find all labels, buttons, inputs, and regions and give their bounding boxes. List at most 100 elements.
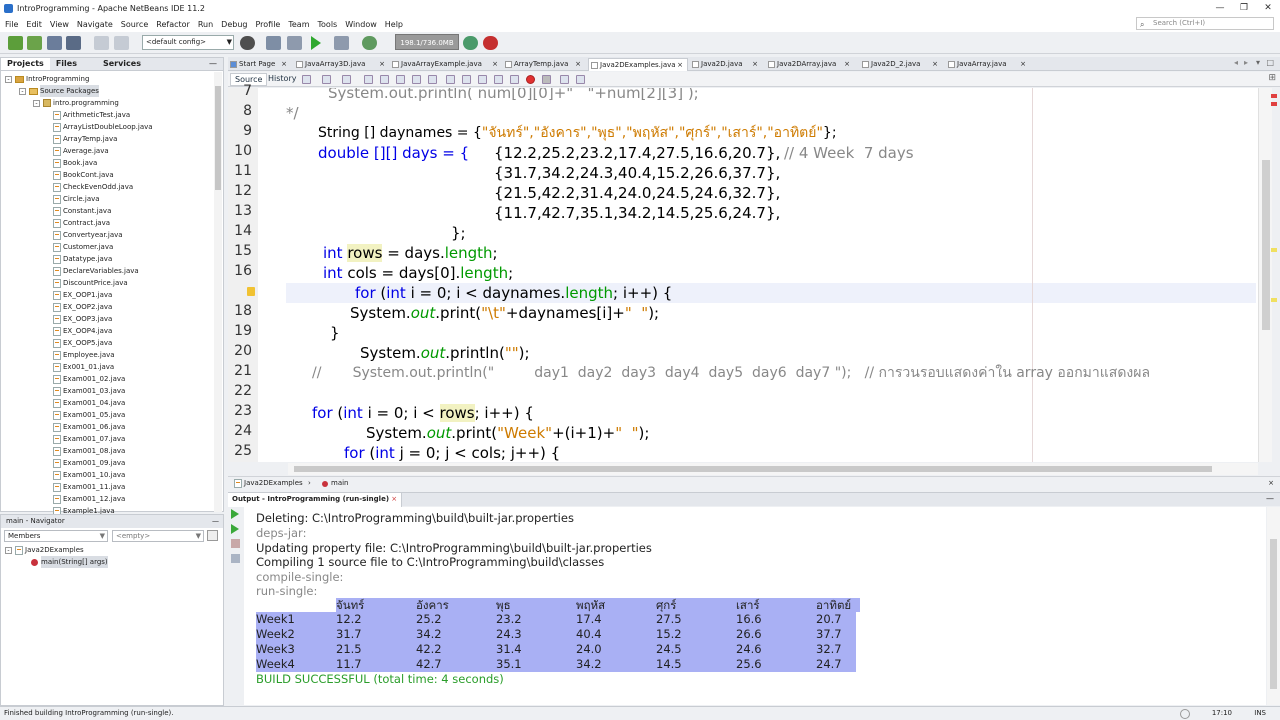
- memory-indicator[interactable]: 198.1/736.0MB: [395, 34, 459, 50]
- next-bookmark-icon[interactable]: [462, 75, 471, 84]
- file-item[interactable]: ArrayTemp.java: [53, 133, 117, 145]
- back-icon[interactable]: [322, 75, 331, 84]
- scrollbar-thumb[interactable]: [215, 86, 221, 190]
- file-item[interactable]: Employee.java: [53, 349, 115, 361]
- uncomment-icon[interactable]: [576, 75, 585, 84]
- target-icon[interactable]: [240, 36, 255, 50]
- close-tab-icon[interactable]: ×: [1020, 58, 1026, 70]
- menu-tools[interactable]: Tools: [318, 20, 338, 29]
- tab-java2dexamples[interactable]: Java2DExamples.java ×: [588, 58, 688, 71]
- file-item[interactable]: CheckEvenOdd.java: [53, 181, 133, 193]
- new-file-icon[interactable]: [27, 36, 42, 50]
- close-tab-icon[interactable]: ×: [844, 58, 850, 70]
- projects-scrollbar[interactable]: [214, 72, 222, 512]
- menu-refactor[interactable]: Refactor: [156, 20, 190, 29]
- start-macro-icon[interactable]: [526, 75, 535, 84]
- file-item[interactable]: Exam001_10.java: [53, 469, 125, 481]
- profile-icon[interactable]: [362, 36, 377, 50]
- code-editor[interactable]: System.out.println( num[0][0]+" "+num[2]…: [258, 88, 1258, 462]
- file-item[interactable]: Exam001_12.java: [53, 493, 125, 505]
- minimize-navigator-icon[interactable]: —: [212, 515, 219, 528]
- notifications-icon[interactable]: [1180, 709, 1190, 719]
- tab-javaarrayexample[interactable]: JavaArrayExample.java ×: [390, 58, 502, 71]
- run-icon[interactable]: [311, 36, 321, 50]
- close-icon[interactable]: ✕: [1256, 0, 1280, 16]
- editor-horizontal-scrollbar[interactable]: [288, 463, 1258, 475]
- navigator-class[interactable]: - Java2DExamples: [5, 544, 84, 556]
- project-root[interactable]: - IntroProgramming: [5, 73, 89, 85]
- file-item[interactable]: EX_OOP1.java: [53, 289, 112, 301]
- close-tab-icon[interactable]: ×: [492, 58, 498, 70]
- output-console[interactable]: Deleting: C:\IntroProgramming\build\buil…: [244, 507, 1266, 705]
- menu-file[interactable]: File: [5, 20, 18, 29]
- tab-projects[interactable]: Projects: [1, 58, 50, 70]
- menu-profile[interactable]: Profile: [255, 20, 280, 29]
- filter-icon[interactable]: [207, 530, 218, 541]
- menu-help[interactable]: Help: [385, 20, 403, 29]
- rerun-icon[interactable]: [231, 509, 239, 519]
- file-item[interactable]: EX_OOP3.java: [53, 313, 112, 325]
- toggle-bookmark-icon[interactable]: [478, 75, 487, 84]
- file-item[interactable]: Contract.java: [53, 217, 110, 229]
- maximize-editor-icon[interactable]: □: [1266, 58, 1274, 67]
- file-item[interactable]: EX_OOP2.java: [53, 301, 112, 313]
- file-item[interactable]: BookCont.java: [53, 169, 114, 181]
- tab-start-page[interactable]: Start Page ×: [228, 58, 291, 71]
- error-marker[interactable]: [1271, 94, 1277, 98]
- find-icon[interactable]: [364, 75, 373, 84]
- close-tab-icon[interactable]: ×: [281, 58, 287, 70]
- file-item[interactable]: Constant.java: [53, 205, 111, 217]
- gc-icon[interactable]: [463, 36, 478, 50]
- file-item[interactable]: Exam001_08.java: [53, 445, 125, 457]
- file-item[interactable]: Exam001_09.java: [53, 457, 125, 469]
- file-item[interactable]: Customer.java: [53, 241, 113, 253]
- scrollbar-thumb[interactable]: [294, 466, 1212, 472]
- prev-bookmark-icon[interactable]: [446, 75, 455, 84]
- close-tab-icon[interactable]: ×: [752, 58, 758, 70]
- tab-java2d-2[interactable]: Java2D_2.java ×: [860, 58, 942, 71]
- history-tab[interactable]: History: [264, 73, 300, 86]
- menu-run[interactable]: Run: [198, 20, 213, 29]
- menu-debug[interactable]: Debug: [221, 20, 247, 29]
- find-next-icon[interactable]: [396, 75, 405, 84]
- rerun-with-params-icon[interactable]: [231, 524, 239, 534]
- open-project-icon[interactable]: [47, 36, 62, 50]
- tab-javaarray3d[interactable]: JavaArray3D.java ×: [294, 58, 389, 71]
- settings-icon[interactable]: [231, 554, 240, 563]
- tab-java2darray[interactable]: Java2DArray.java ×: [766, 58, 854, 71]
- comment-icon[interactable]: [560, 75, 569, 84]
- file-item[interactable]: Exam001_11.java: [53, 481, 125, 493]
- clean-build-icon[interactable]: [287, 36, 302, 50]
- scrollbar-thumb[interactable]: [1262, 160, 1270, 330]
- members-select[interactable]: Members ▼: [4, 530, 108, 542]
- breadcrumb-method[interactable]: main: [322, 477, 349, 490]
- file-item[interactable]: Circle.java: [53, 193, 100, 205]
- redo-icon[interactable]: [114, 36, 129, 50]
- source-packages[interactable]: - Source Packages: [19, 85, 99, 97]
- close-breadcrumb-icon[interactable]: ×: [1268, 477, 1274, 490]
- menu-view[interactable]: View: [50, 20, 69, 29]
- file-item[interactable]: DeclareVariables.java: [53, 265, 139, 277]
- file-item[interactable]: Ex001_01.java: [53, 361, 114, 373]
- filter-select[interactable]: <empty> ▼: [112, 530, 204, 542]
- undo-icon[interactable]: [94, 36, 109, 50]
- scroll-tabs-left-icon[interactable]: ◂: [1234, 58, 1238, 67]
- tab-javaarray[interactable]: JavaArray.java ×: [946, 58, 1030, 71]
- stop-macro-icon[interactable]: [542, 75, 551, 84]
- occurrence-marker[interactable]: [1271, 248, 1277, 252]
- split-editor-icon[interactable]: ⊞: [1268, 73, 1276, 83]
- menu-edit[interactable]: Edit: [26, 20, 42, 29]
- find-prev-icon[interactable]: [380, 75, 389, 84]
- file-item[interactable]: Convertyear.java: [53, 229, 123, 241]
- minimize-icon[interactable]: —: [1208, 0, 1232, 16]
- file-item[interactable]: Exam001_06.java: [53, 421, 125, 433]
- file-item[interactable]: EX_OOP4.java: [53, 325, 112, 337]
- close-tab-icon[interactable]: ×: [677, 59, 683, 71]
- tab-files[interactable]: Files: [50, 58, 83, 70]
- file-item[interactable]: ArithmeticTest.java: [53, 109, 130, 121]
- shift-right-icon[interactable]: [510, 75, 519, 84]
- file-item[interactable]: Average.java: [53, 145, 109, 157]
- forward-icon[interactable]: [342, 75, 351, 84]
- lightbulb-hint-icon[interactable]: [247, 287, 255, 296]
- navigator-method[interactable]: main(String[] args): [31, 556, 108, 568]
